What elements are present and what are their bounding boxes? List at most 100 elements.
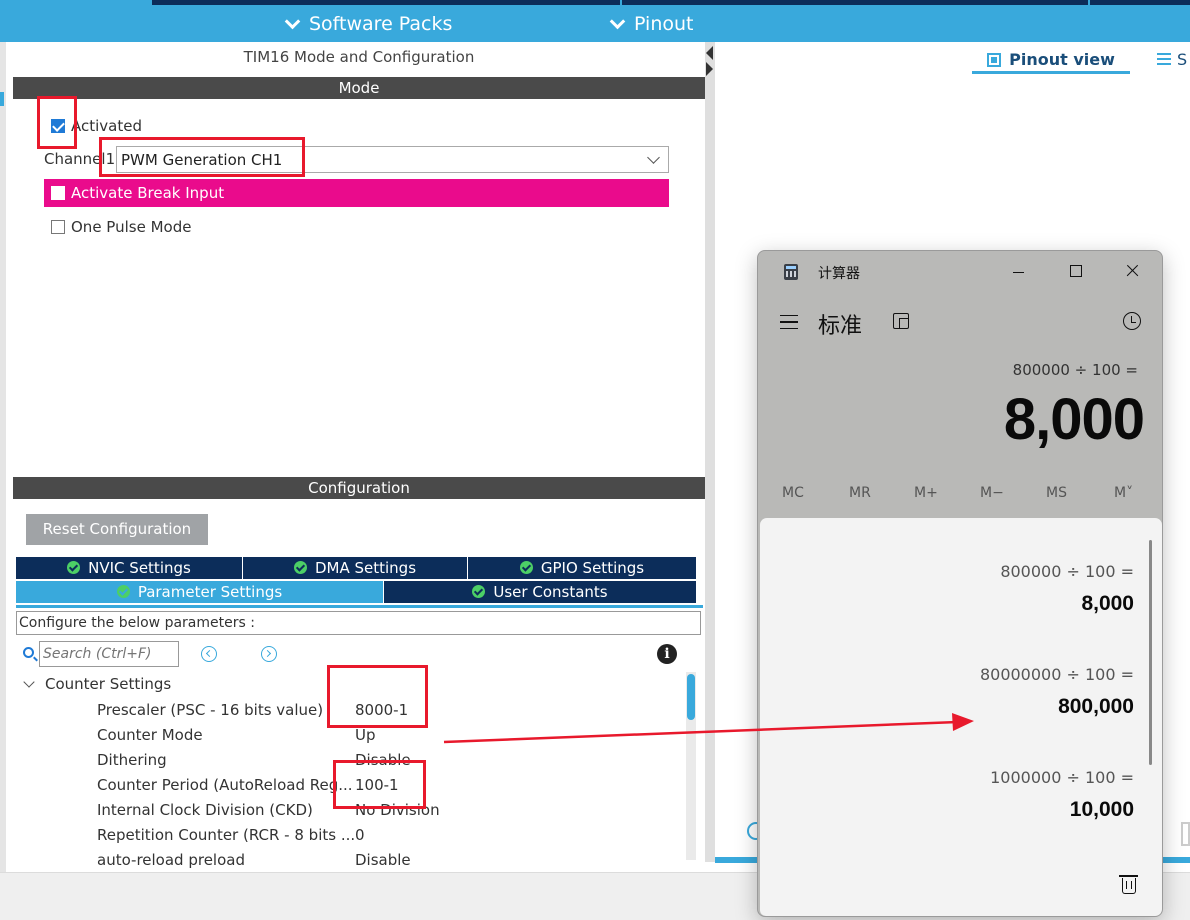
- param-value[interactable]: 0: [355, 826, 365, 844]
- info-icon[interactable]: i: [657, 644, 677, 664]
- history-expression[interactable]: 800000 ÷ 100 =: [1000, 562, 1134, 581]
- calculator-app-icon: [784, 264, 798, 280]
- history-result[interactable]: 8,000: [1081, 592, 1134, 616]
- calculator-window[interactable]: 计算器 标准 800000 ÷ 100 = 8,000 MC MR M+ M− …: [757, 250, 1163, 917]
- scrollbar-thumb[interactable]: [687, 674, 695, 720]
- minimize-button[interactable]: [998, 257, 1038, 285]
- history-result[interactable]: 10,000: [1070, 798, 1134, 822]
- tab-system-view[interactable]: S: [1157, 50, 1187, 69]
- configuration-section-header: Configuration: [13, 477, 705, 499]
- tab-label: Parameter Settings: [137, 583, 283, 601]
- annotation-box: [333, 760, 426, 809]
- tab-pinout-view[interactable]: Pinout view: [972, 50, 1130, 74]
- chevron-down-icon: [284, 13, 301, 29]
- one-pulse-checkbox[interactable]: [51, 220, 65, 234]
- memory-clear-button[interactable]: MC: [782, 485, 804, 501]
- history-expression[interactable]: 80000000 ÷ 100 =: [980, 665, 1134, 684]
- tab-underline: [972, 71, 1130, 74]
- pinout-view-label: Pinout view: [1009, 50, 1115, 69]
- maximize-button[interactable]: [1056, 257, 1096, 285]
- history-panel: 800000 ÷ 100 = 8,000 80000000 ÷ 100 = 80…: [760, 518, 1162, 916]
- search-icon: [23, 647, 34, 658]
- system-view-label: S: [1177, 50, 1188, 69]
- param-value[interactable]: Up: [355, 726, 376, 744]
- counter-settings-group[interactable]: Counter Settings: [45, 675, 171, 693]
- tab-label: User Constants: [493, 583, 608, 601]
- param-name: Repetition Counter (RCR - 8 bits ...: [97, 826, 356, 844]
- screen: Software Packs Pinout TIM16 Mode and Con…: [0, 0, 1190, 920]
- param-value[interactable]: Disable: [355, 851, 411, 869]
- check-circle-icon: [116, 585, 130, 598]
- break-input-checkbox[interactable]: [51, 186, 65, 200]
- memory-list-button[interactable]: M˅: [1114, 485, 1133, 501]
- list-icon: [1157, 53, 1171, 65]
- close-button[interactable]: [1113, 257, 1153, 285]
- check-circle-icon: [67, 561, 81, 574]
- tab-gpio-settings[interactable]: GPIO Settings: [468, 557, 697, 579]
- param-name: Counter Mode: [97, 726, 203, 744]
- param-name: Dithering: [97, 751, 167, 769]
- break-input-label: Activate Break Input: [71, 184, 225, 202]
- check-circle-icon: [472, 585, 486, 598]
- activate-break-input-row[interactable]: Activate Break Input: [44, 179, 669, 207]
- chevron-down-icon[interactable]: [23, 676, 35, 688]
- tab-parameter-settings[interactable]: Parameter Settings: [16, 581, 384, 603]
- tab-nvic-settings[interactable]: NVIC Settings: [16, 557, 243, 579]
- top-tab-strip: [152, 0, 620, 5]
- mode-section-header: Mode: [13, 77, 705, 99]
- parameters-hint: Configure the below parameters :: [19, 615, 255, 631]
- parameters-scrollbar[interactable]: [686, 672, 696, 860]
- top-tab-strip: [622, 0, 1088, 5]
- pinout-label: Pinout: [634, 13, 694, 35]
- panel-splitter[interactable]: [705, 42, 715, 862]
- search-input[interactable]: [39, 641, 179, 667]
- panel-title: TIM16 Mode and Configuration: [243, 48, 475, 66]
- menu-icon[interactable]: [780, 315, 798, 329]
- memory-add-button[interactable]: M+: [914, 485, 938, 501]
- search-previous-button[interactable]: [201, 646, 217, 662]
- annotation-box: [327, 665, 428, 728]
- view-control[interactable]: [1181, 822, 1190, 846]
- history-scrollbar[interactable]: [1149, 540, 1152, 765]
- parameters-hint-box: Configure the below parameters :: [16, 611, 701, 635]
- pinout-menu[interactable]: Pinout: [609, 11, 694, 37]
- top-tab-strip: [1090, 0, 1190, 5]
- chip-icon: [987, 53, 1002, 67]
- current-result: 8,000: [1003, 387, 1145, 452]
- current-expression: 800000 ÷ 100 =: [1012, 361, 1138, 379]
- tab-user-constants[interactable]: User Constants: [384, 581, 697, 603]
- history-icon[interactable]: [1123, 312, 1141, 330]
- tab-label: DMA Settings: [314, 559, 417, 577]
- memory-subtract-button[interactable]: M−: [980, 485, 1004, 501]
- left-edge-marker: [0, 92, 4, 106]
- memory-recall-button[interactable]: MR: [849, 485, 871, 501]
- memory-store-button[interactable]: MS: [1046, 485, 1067, 501]
- tab-underline: [16, 605, 703, 608]
- param-name: Prescaler (PSC - 16 bits value): [97, 701, 324, 719]
- calculator-mode: 标准: [818, 314, 863, 339]
- param-name: Internal Clock Division (CKD): [97, 801, 313, 819]
- chevron-down-icon: [609, 13, 626, 29]
- tab-label: GPIO Settings: [540, 559, 645, 577]
- trash-icon[interactable]: [1119, 875, 1138, 894]
- software-packs-menu[interactable]: Software Packs: [284, 11, 453, 37]
- tab-dma-settings[interactable]: DMA Settings: [243, 557, 468, 579]
- history-expression[interactable]: 1000000 ÷ 100 =: [990, 768, 1134, 787]
- check-circle-icon: [293, 561, 307, 574]
- calculator-title: 计算器: [818, 266, 860, 282]
- annotation-box: [37, 96, 77, 149]
- check-circle-icon: [519, 561, 533, 574]
- software-packs-label: Software Packs: [309, 13, 453, 35]
- left-edge-panel: [0, 42, 6, 874]
- reset-configuration-button[interactable]: Reset Configuration: [26, 514, 208, 545]
- activated-label: Activated: [71, 117, 142, 135]
- expand-right-icon[interactable]: [706, 62, 713, 76]
- tab-label: NVIC Settings: [88, 559, 191, 577]
- top-menu-bar: Software Packs Pinout: [0, 0, 1190, 42]
- collapse-left-icon[interactable]: [706, 46, 713, 60]
- history-result[interactable]: 800,000: [1058, 695, 1134, 719]
- one-pulse-label: One Pulse Mode: [71, 218, 192, 236]
- annotation-box: [99, 137, 305, 177]
- keep-on-top-icon[interactable]: [893, 313, 909, 329]
- search-next-button[interactable]: [261, 646, 277, 662]
